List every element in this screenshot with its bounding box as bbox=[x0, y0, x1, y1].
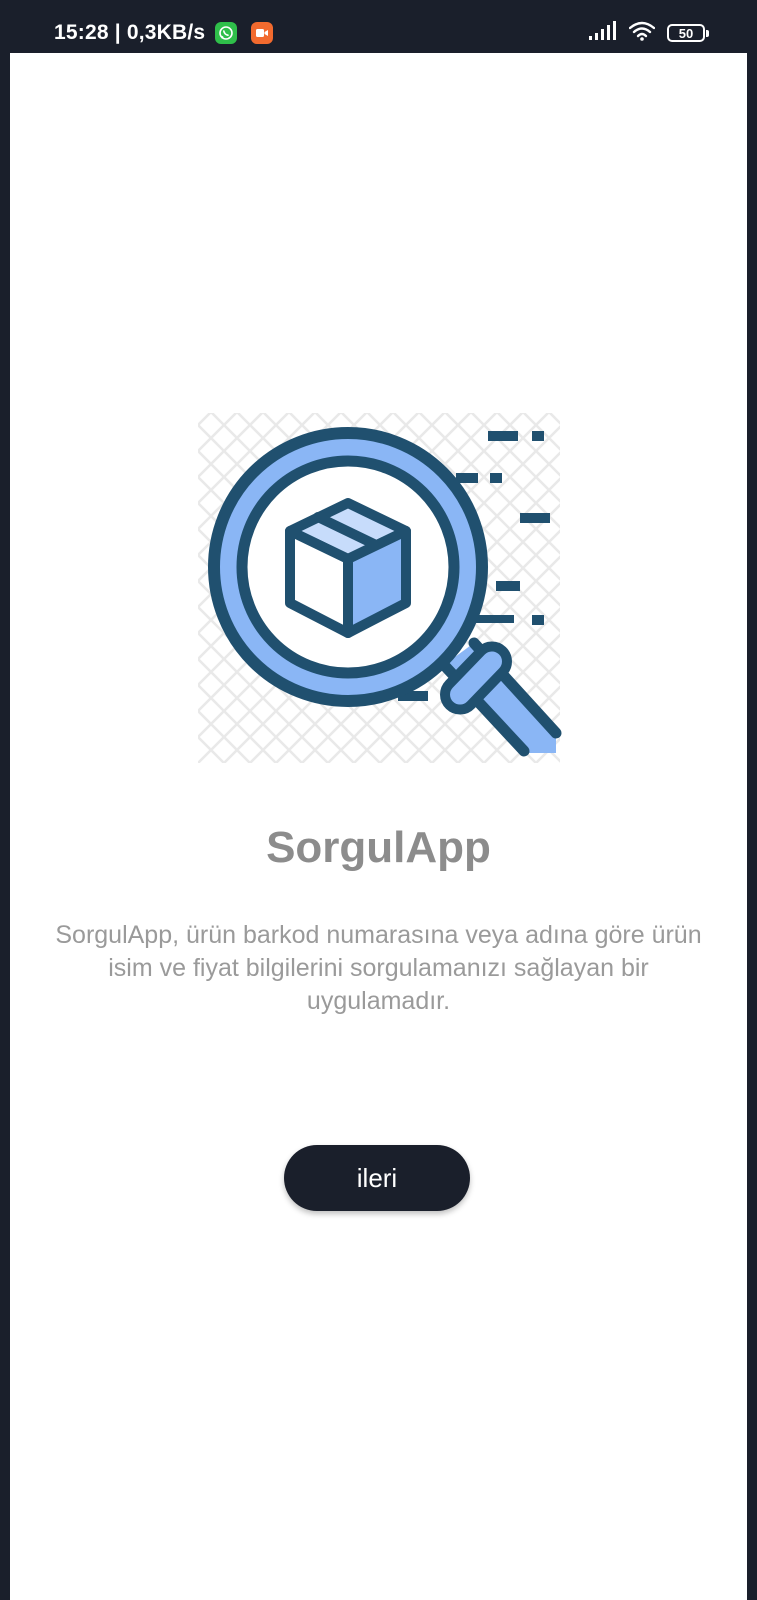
wifi-icon bbox=[628, 21, 656, 46]
onboarding-screen: SorgulApp SorgulApp, ürün barkod numaras… bbox=[10, 53, 747, 1600]
status-left: 15:28 | 0,3KB/s bbox=[54, 18, 274, 48]
magnifier-package-icon bbox=[198, 413, 562, 763]
whatsapp-icon bbox=[215, 22, 238, 44]
signal-icon bbox=[589, 20, 617, 46]
screen-recorder-icon bbox=[251, 22, 274, 44]
status-bar: 15:28 | 0,3KB/s 50 bbox=[0, 0, 757, 53]
status-right: 50 bbox=[589, 20, 709, 46]
app-description: SorgulApp, ürün barkod numarasına veya a… bbox=[55, 921, 702, 1015]
app-title: SorgulApp bbox=[266, 823, 491, 872]
battery-level: 50 bbox=[678, 25, 694, 41]
next-button[interactable]: ileri bbox=[284, 1145, 470, 1211]
battery-icon: 50 bbox=[667, 24, 709, 42]
time-network-speed: 15:28 | 0,3KB/s bbox=[54, 21, 206, 44]
